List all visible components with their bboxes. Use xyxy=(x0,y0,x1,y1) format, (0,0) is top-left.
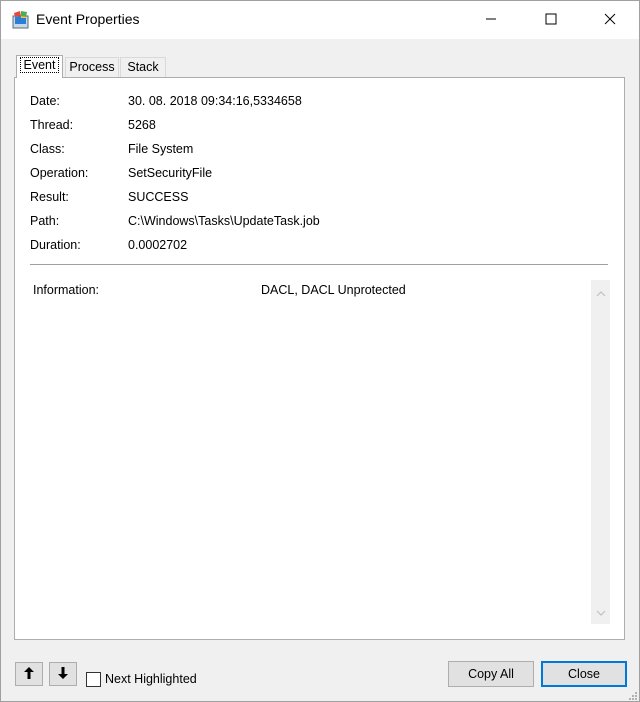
tab-stack-label: Stack xyxy=(127,60,159,74)
tab-event[interactable]: Event xyxy=(16,55,63,78)
tab-stack[interactable]: Stack xyxy=(120,57,166,77)
procmon-app-icon xyxy=(11,10,31,30)
field-label-operation: Operation: xyxy=(30,166,89,180)
resize-grip-icon[interactable] xyxy=(628,690,638,700)
tab-event-label: Event xyxy=(19,57,60,73)
field-value-operation: SetSecurityFile xyxy=(128,166,213,180)
chevron-up-icon xyxy=(596,286,606,300)
copy-all-button[interactable]: Copy All xyxy=(448,661,534,687)
field-label-class: Class: xyxy=(30,142,65,156)
tab-process-label: Process xyxy=(69,60,115,74)
field-label-duration: Duration: xyxy=(30,238,81,252)
information-value: DACL, DACL Unprotected xyxy=(261,283,406,297)
close-button[interactable]: Close xyxy=(541,661,627,687)
vertical-scrollbar[interactable] xyxy=(591,280,610,624)
minimize-button[interactable] xyxy=(468,1,514,39)
maximize-button[interactable] xyxy=(528,1,574,39)
minimize-icon xyxy=(485,13,497,28)
field-value-class: File System xyxy=(128,142,194,156)
window-close-button[interactable] xyxy=(587,1,633,39)
information-label: Information: xyxy=(33,283,100,297)
field-value-thread: 5268 xyxy=(128,118,156,132)
field-label-date: Date: xyxy=(30,94,60,108)
divider xyxy=(30,264,608,265)
arrow-down-icon xyxy=(58,666,68,682)
arrow-up-icon xyxy=(24,666,34,682)
event-panel: Date: 30. 08. 2018 09:34:16,5334658 Thre… xyxy=(14,77,625,640)
scroll-up-button[interactable] xyxy=(591,284,610,301)
information-list[interactable]: Information: DACL, DACL Unprotected xyxy=(30,280,610,624)
next-highlighted-checkbox[interactable] xyxy=(86,672,101,687)
field-label-thread: Thread: xyxy=(30,118,74,132)
field-value-date: 30. 08. 2018 09:34:16,5334658 xyxy=(128,94,302,108)
scroll-down-button[interactable] xyxy=(591,603,610,620)
next-event-button[interactable] xyxy=(49,662,77,686)
field-label-result: Result: xyxy=(30,190,69,204)
chevron-down-icon xyxy=(596,605,606,619)
field-value-result: SUCCESS xyxy=(128,190,189,204)
event-properties-window: Event Properties Event Process Stack Dat… xyxy=(0,0,640,702)
maximize-icon xyxy=(545,13,557,28)
window-title: Event Properties xyxy=(36,11,140,27)
next-highlighted-label[interactable]: Next Highlighted xyxy=(105,672,197,686)
field-label-path: Path: xyxy=(30,214,60,228)
previous-event-button[interactable] xyxy=(15,662,43,686)
close-icon xyxy=(604,13,616,28)
tab-process[interactable]: Process xyxy=(65,57,119,77)
field-value-duration: 0.0002702 xyxy=(128,238,188,252)
title-bar[interactable]: Event Properties xyxy=(1,1,639,39)
field-value-path: C:\Windows\Tasks\UpdateTask.job xyxy=(128,214,320,228)
